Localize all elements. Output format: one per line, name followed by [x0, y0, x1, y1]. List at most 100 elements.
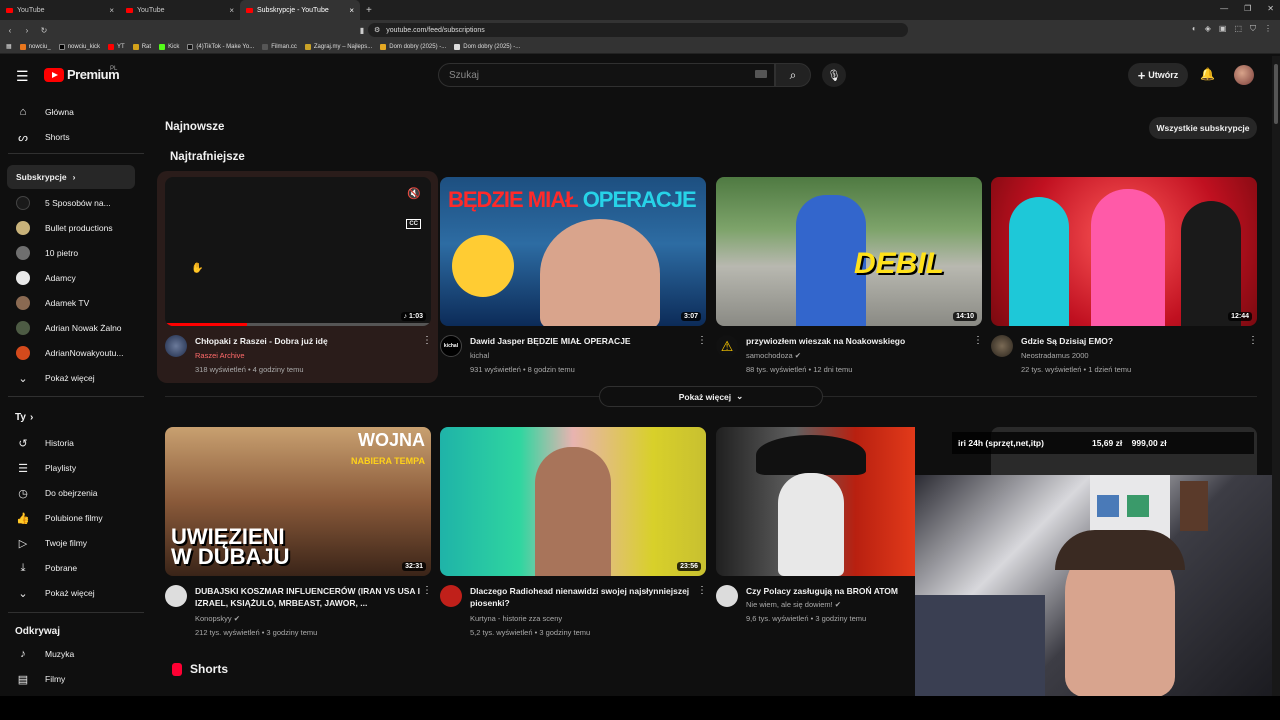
extension-icon[interactable]: ◐	[1192, 24, 1197, 34]
channel-avatar[interactable]	[991, 335, 1013, 357]
progress-track[interactable]	[165, 323, 431, 326]
sidebar-item-downloads[interactable]: ⤓ Pobrane	[7, 556, 135, 580]
sidebar-you-header[interactable]: Ty ›	[15, 412, 33, 423]
close-tab-icon[interactable]: ×	[229, 6, 234, 15]
video-thumbnail[interactable]: 12:44	[991, 177, 1257, 326]
video-menu-icon[interactable]: ⋮	[422, 585, 432, 596]
sidebar-item-home[interactable]: ⌂ Główna	[7, 100, 135, 124]
scrollbar-thumb[interactable]	[1274, 64, 1278, 124]
video-menu-icon[interactable]: ⋮	[1248, 335, 1258, 346]
close-tab-icon[interactable]: ×	[109, 6, 114, 15]
video-title[interactable]: Dlaczego Radiohead nienawidzi swojej naj…	[470, 585, 695, 609]
video-thumbnail[interactable]	[716, 427, 915, 576]
video-thumbnail[interactable]: DEBIL 14:10	[716, 177, 982, 326]
channel-name[interactable]: Neostradamus 2000	[1021, 351, 1089, 360]
captions-icon[interactable]: CC	[406, 219, 421, 229]
sidebar-channel[interactable]: Adamcy	[7, 266, 135, 290]
sidebar-item-watch-later[interactable]: ◷ Do obejrzenia	[7, 481, 135, 505]
sidebar-show-more-subs[interactable]: ⌄ Pokaż więcej	[7, 366, 135, 390]
site-info-icon[interactable]: ⚙	[374, 26, 380, 34]
video-title[interactable]: Chłopaki z Raszei - Dobra już idę	[195, 335, 420, 347]
bookmark-item[interactable]: (4)TikTok - Make Yo...	[187, 43, 254, 50]
sidebar-item-your-videos[interactable]: ▷ Twoje filmy	[7, 531, 135, 555]
back-icon[interactable]: ‹	[3, 26, 17, 35]
video-menu-icon[interactable]: ⋮	[422, 335, 432, 346]
apps-icon[interactable]: ▦	[6, 43, 12, 50]
bookmark-item[interactable]: Dom dobry (2025) -...	[380, 43, 446, 50]
extension-icon[interactable]: ◈	[1205, 24, 1211, 34]
channel-name[interactable]: Kurtyna - historie zza sceny	[470, 614, 562, 623]
extension-icon[interactable]: ▣	[1219, 24, 1227, 34]
sidebar-item-shorts[interactable]: ᔕ Shorts	[7, 125, 135, 149]
channel-name[interactable]: Raszei Archive	[195, 351, 245, 360]
bookmark-item[interactable]: Dom dobry (2025) -...	[454, 43, 520, 50]
channel-avatar[interactable]: kichal	[440, 335, 462, 357]
new-tab-icon[interactable]: +	[366, 5, 372, 16]
video-title[interactable]: Gdzie Są Dzisiaj EMO?	[1021, 335, 1246, 347]
sidebar-item-playlists[interactable]: ☰ Playlisty	[7, 456, 135, 480]
video-menu-icon[interactable]: ⋮	[973, 335, 983, 346]
close-window-icon[interactable]: ✕	[1267, 4, 1274, 13]
bookmark-item[interactable]: Filman.cc	[262, 43, 297, 50]
channel-name[interactable]: kichal	[470, 351, 489, 360]
video-thumbnail[interactable]: 🔇 CC ✋ ♪ 1:03	[165, 177, 431, 326]
youtube-premium-logo[interactable]: Premium	[44, 67, 120, 82]
sidebar-show-more-you[interactable]: ⌄ Pokaż więcej	[7, 581, 135, 605]
sidebar-item-history[interactable]: ↺ Historia	[7, 431, 135, 455]
sidebar-item-liked[interactable]: 👍 Polubione filmy	[7, 506, 135, 530]
shield-icon[interactable]: ⛉	[1250, 24, 1256, 34]
channel-name-wrap[interactable]: Nie wiem, ale się dowiem! ✔	[746, 600, 841, 609]
bookmark-item[interactable]: Rat	[132, 43, 151, 50]
channel-avatar[interactable]	[716, 585, 738, 607]
channel-avatar[interactable]	[165, 585, 187, 607]
sidebar-item-music[interactable]: ♪ Muzyka	[7, 642, 135, 666]
all-subscriptions-button[interactable]: Wszystkie subskrypcje	[1149, 117, 1257, 139]
keyboard-icon[interactable]	[755, 70, 767, 78]
search-button[interactable]: ⌕	[775, 63, 811, 87]
video-thumbnail[interactable]: 23:56	[440, 427, 706, 576]
sidebar-channel[interactable]: 5 Sposobów na...	[7, 191, 135, 215]
sidebar-channel[interactable]: Adrian Nowak Żalno	[7, 316, 135, 340]
bookmark-item[interactable]: nowciu_	[19, 43, 51, 50]
channel-avatar[interactable]	[440, 585, 462, 607]
browser-tab[interactable]: YouTube ×	[120, 0, 240, 20]
video-title[interactable]: Dawid Jasper BĘDZIE MIAŁ OPERACJE	[470, 335, 695, 347]
close-tab-icon[interactable]: ×	[349, 6, 354, 15]
mute-icon[interactable]: 🔇	[407, 187, 421, 200]
bookmark-item[interactable]: Zagraj.my – Najleps...	[304, 43, 372, 50]
bookmark-item[interactable]: YT	[108, 43, 125, 50]
video-title[interactable]: DUBAJSKI KOSZMAR INFLUENCERÓW (IRAN VS U…	[195, 585, 420, 609]
url-field[interactable]: ⚙ youtube.com/feed/subscriptions	[368, 23, 908, 37]
page-scrollbar[interactable]	[1272, 56, 1280, 696]
forward-icon[interactable]: ›	[20, 26, 34, 35]
extension-icon[interactable]: ⬚	[1234, 24, 1242, 34]
reload-icon[interactable]: ↻	[37, 26, 51, 35]
video-menu-icon[interactable]: ⋮	[697, 335, 707, 346]
show-more-button[interactable]: Pokaż więcej ⌄	[599, 386, 823, 407]
video-title[interactable]: przywiozłem wieszak na Noakowskiego	[746, 335, 971, 347]
warning-icon[interactable]: ⚠	[716, 335, 738, 357]
video-thumbnail[interactable]: WOJNA NABIERA TEMPA UWIĘZIENI W DUBAJU 32:…	[165, 427, 431, 576]
hamburger-menu-icon[interactable]: ☰	[16, 68, 29, 85]
voice-search-button[interactable]: 🎙	[822, 63, 846, 87]
sidebar-item-subscriptions[interactable]: Subskrypcje ›	[7, 165, 135, 189]
create-button[interactable]: + Utwórz	[1128, 63, 1188, 87]
channel-name-wrap[interactable]: samochodoza ✔	[746, 351, 801, 360]
account-avatar[interactable]	[1234, 65, 1254, 85]
sidebar-channel[interactable]: AdrianNowakyoutu...	[7, 341, 135, 365]
channel-name-wrap[interactable]: Konopskyy ✔	[195, 614, 240, 623]
channel-avatar[interactable]	[165, 335, 187, 357]
sidebar-channel[interactable]: 10 pietro	[7, 241, 135, 265]
search-input[interactable]: Szukaj	[438, 63, 775, 87]
maximize-icon[interactable]: ❐	[1244, 4, 1251, 13]
sidebar-channel[interactable]: Adamek TV	[7, 291, 135, 315]
notifications-bell-icon[interactable]: 🔔	[1200, 67, 1215, 81]
menu-dots-icon[interactable]: ⋮	[1264, 24, 1272, 34]
sidebar-item-movies[interactable]: ▤ Filmy	[7, 667, 135, 691]
bookmark-icon[interactable]: ▮	[355, 26, 369, 35]
minimize-icon[interactable]: —	[1220, 4, 1228, 13]
browser-tab-active[interactable]: Subskrypcje - YouTube ×	[240, 0, 360, 20]
sidebar-channel[interactable]: Bullet productions	[7, 216, 135, 240]
bookmark-item[interactable]: nowciu_kick	[58, 43, 100, 50]
browser-tab[interactable]: YouTube ×	[0, 0, 120, 20]
